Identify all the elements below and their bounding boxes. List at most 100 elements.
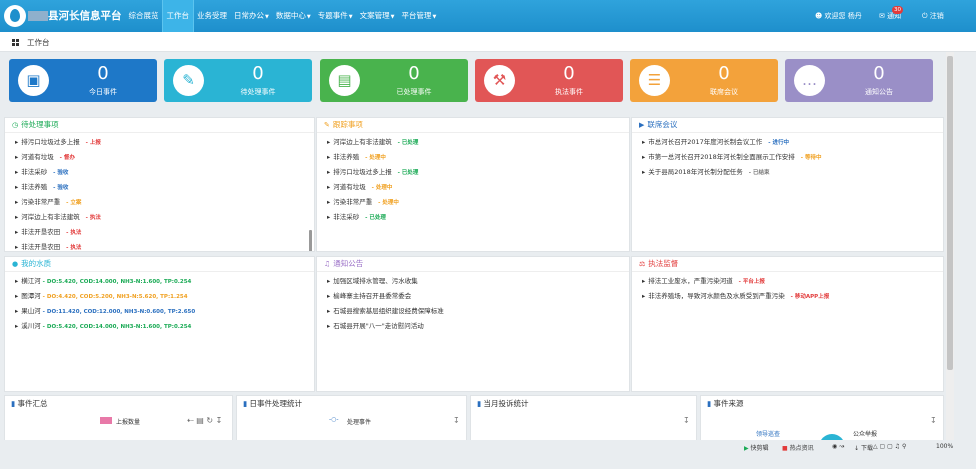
notice-count-badge: 30 <box>892 6 903 14</box>
water-quality-item[interactable]: 图潭河 - DO:4.420, COD:5.200, NH3-N:5.620, … <box>15 289 314 304</box>
list-item[interactable]: 非法采砂 - 已处理 <box>327 210 629 225</box>
nav-item-data-center[interactable]: 数据中心▼ <box>272 0 314 32</box>
nav-item-business[interactable]: 业务受理 <box>194 0 231 32</box>
gavel-icon: ⚒ <box>484 65 515 96</box>
list-item[interactable]: 河道有垃圾 - 督办 <box>15 150 314 165</box>
list-item[interactable]: 河道有垃圾 - 处理中 <box>327 180 629 195</box>
legend-label: 处理事件 <box>347 419 372 426</box>
money-icon: ▤ <box>329 65 360 96</box>
stat-tile[interactable]: ☰ 0 联席会议 <box>630 59 778 102</box>
pending-panel: ◷待处理事项 排污口垃圾过多上报 - 上报河道有垃圾 - 督办非法采砂 - 验收… <box>4 117 315 252</box>
notice-item[interactable]: 加强区域排水管理、污水收集 <box>327 274 629 289</box>
daily-chart-panel: ▮ 日事件处理统计 -○- 处理事件 ↧ <box>236 395 467 445</box>
tile-count: 0 <box>252 63 264 84</box>
presentation-icon: ▣ <box>18 65 49 96</box>
document-icon: ☰ <box>639 65 670 96</box>
status-tag: - 已结束 <box>746 170 770 176</box>
status-tag: - 已处理 <box>395 140 419 146</box>
bar-chart-icon: ▮ <box>707 399 712 408</box>
list-item[interactable]: 排法工业废水，严重污染河道 - 平台上报 <box>642 274 943 289</box>
download-icon[interactable]: ↧ <box>930 416 937 425</box>
status-tag: - 处理中 <box>369 185 393 191</box>
nav-item-platform[interactable]: 平台管理▼ <box>398 0 440 32</box>
list-item[interactable]: 市总河长召开2017年度河长制会议工作 - 进行中 <box>642 135 943 150</box>
status-tag: - 立案 <box>64 200 82 206</box>
nav-item-special-events[interactable]: 专题事件▼ <box>314 0 356 32</box>
status-tag: - 等待中 <box>798 155 822 161</box>
status-tag: - 移动APP上报 <box>788 294 830 300</box>
list-item[interactable]: 非法养殖 - 处理中 <box>327 150 629 165</box>
stat-tile[interactable]: ▣ 0 今日事件 <box>9 59 157 102</box>
list-item[interactable]: 非法开垦农田 - 执法 <box>15 225 314 240</box>
download-icon[interactable]: ↧ <box>453 416 460 425</box>
status-download[interactable]: ↓ 下载 <box>854 443 873 452</box>
tile-count: 0 <box>563 63 575 84</box>
list-item[interactable]: 非法开垦农田 - 执法 <box>15 240 314 251</box>
water-quality-item[interactable]: 果山河 - DO:11.420, COD:12.000, NH3-N:0.600… <box>15 304 314 319</box>
notice-button[interactable]: ✉ 30 通知 <box>879 0 903 32</box>
status-news[interactable]: ■ 热点资讯 <box>782 443 814 452</box>
status-tag: - 执法 <box>83 215 101 221</box>
download-icon[interactable]: ↧ <box>216 416 223 425</box>
tile-label: 已处理事件 <box>396 88 432 96</box>
list-item[interactable]: 污染非常严重 - 立案 <box>15 195 314 210</box>
caret-down-icon: ▼ <box>432 14 437 20</box>
chart-toolbox[interactable]: ⇠ ▤ ↻ ↧ <box>187 416 222 425</box>
nav-item-documents[interactable]: 文案管理▼ <box>356 0 398 32</box>
bar-chart-icon[interactable]: ▤ <box>196 416 204 425</box>
status-tag: - 执法 <box>64 230 82 236</box>
scrollbar-thumb[interactable] <box>947 56 953 370</box>
nav-item-office[interactable]: 日常办公▼ <box>231 0 273 32</box>
page-scrollbar[interactable] <box>946 52 954 450</box>
zoom-level[interactable]: 100% <box>936 443 953 450</box>
list-item[interactable]: 污染非常严重 - 处理中 <box>327 195 629 210</box>
summary-chart-panel: ▮ 事件汇总 上报数量 ⇠ ▤ ↻ ↧ <box>4 395 233 445</box>
refresh-icon[interactable]: ↻ <box>206 416 213 425</box>
line-chart-icon[interactable]: ⇠ <box>187 416 194 425</box>
stat-tile[interactable]: … 0 通知公告 <box>785 59 933 102</box>
stat-tile[interactable]: ⚒ 0 执法事件 <box>475 59 623 102</box>
legend-label: 上报数量 <box>116 419 141 426</box>
user-menu[interactable]: ☻ 欢迎您 杨丹 <box>815 0 862 32</box>
status-icons[interactable]: ◉ ↝ <box>832 443 844 450</box>
notice-item[interactable]: 石城县搜索基层组织建设经费保障标准 <box>327 304 629 319</box>
redacted-region <box>28 11 48 21</box>
water-quality-item[interactable]: 横江河 - DO:5.420, COD:14.000, NH3-N:1.600,… <box>15 274 314 289</box>
caret-down-icon: ▼ <box>390 14 395 20</box>
nav-item-workbench[interactable]: 工作台 <box>162 0 194 32</box>
notice-item[interactable]: 石城县开展"八一"走访慰问活动 <box>327 319 629 334</box>
list-item[interactable]: 非法采砂 - 验收 <box>15 165 314 180</box>
list-item[interactable]: 河岸边上有非法建筑 - 已处理 <box>327 135 629 150</box>
edit-icon: ✎ <box>173 65 204 96</box>
status-tag: - 验收 <box>51 185 69 191</box>
browser-status-bar <box>0 440 976 469</box>
legend-swatch <box>100 417 112 424</box>
logo-icon <box>4 5 26 27</box>
enforcement-panel: ⚖执法监督 排法工业废水，严重污染河道 - 平台上报非法养殖场，导致河水颜色及水… <box>631 256 944 392</box>
panel-scrollbar[interactable] <box>309 230 312 251</box>
list-item[interactable]: 关于县局2018年河长制分配任务 - 已结束 <box>642 165 943 180</box>
list-item[interactable]: 市第一总河长召开2018年河长制全面展示工作安排 - 等待中 <box>642 150 943 165</box>
water-panel: ●我的水质 横江河 - DO:5.420, COD:14.000, NH3-N:… <box>4 256 315 392</box>
list-item[interactable]: 排污口垃圾过多上报 - 已处理 <box>327 165 629 180</box>
logout-button[interactable]: ⏻ 注销 <box>922 0 944 32</box>
status-tag: - 已处理 <box>363 215 386 221</box>
status-tag: - 进行中 <box>766 140 789 146</box>
welcome-text: 欢迎您 <box>824 12 846 20</box>
notice-item[interactable]: 榆峰寨主持召开县委常委会 <box>327 289 629 304</box>
download-icon[interactable]: ↧ <box>683 416 690 425</box>
water-quality-item[interactable]: 溪川河 - DO:5.420, COD:14.000, NH3-N:1.600,… <box>15 319 314 334</box>
nav-item-overview[interactable]: 综合展览 <box>125 0 162 32</box>
list-item[interactable]: 排污口垃圾过多上报 - 上报 <box>15 135 314 150</box>
status-tag: - 执法 <box>64 245 82 251</box>
list-item[interactable]: 非法养殖 - 验收 <box>15 180 314 195</box>
status-tools[interactable]: △ ▢ ▢ ♫ ⚲ <box>873 443 906 450</box>
stat-tile[interactable]: ✎ 0 待处理事件 <box>164 59 312 102</box>
grid-icon <box>12 39 19 46</box>
caret-down-icon: ▼ <box>348 14 353 20</box>
stat-tile[interactable]: ▤ 0 已处理事件 <box>320 59 468 102</box>
list-item[interactable]: 非法养殖场，导致河水颜色及水质受到严重污染 - 移动APP上报 <box>642 289 943 304</box>
pie-label: 公众举报 <box>853 431 878 438</box>
status-quickcut[interactable]: ▶ 快剪辑 <box>744 443 769 452</box>
list-item[interactable]: 河岸边上有非法建筑 - 执法 <box>15 210 314 225</box>
